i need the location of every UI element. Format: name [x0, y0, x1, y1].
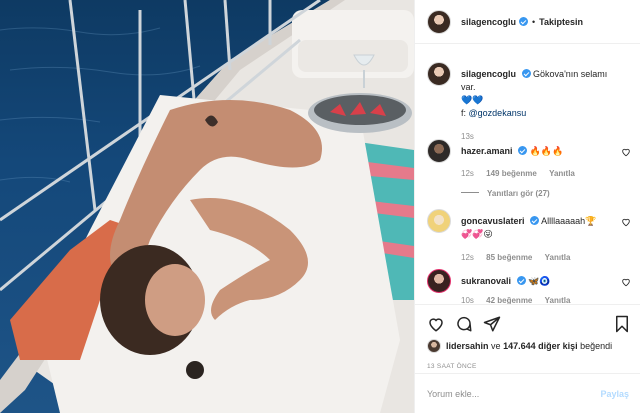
post-photo[interactable] — [0, 0, 414, 413]
post-comment-button[interactable]: Paylaş — [600, 389, 629, 399]
verified-badge-icon — [519, 17, 529, 26]
action-icons — [427, 315, 631, 335]
comment-input[interactable]: Yorum ekle... — [427, 389, 479, 399]
comment-reply-button[interactable]: Yanıtla — [545, 253, 571, 262]
credit-mention-link[interactable]: @gozdekansu — [469, 108, 527, 118]
caption-text-block: silagencoglu Gökova'nın selamı var. 💙💙 f… — [461, 68, 621, 120]
credit-prefix: f: — [461, 108, 467, 118]
post-side-panel: silagencoglu • Takiptesin silagencoglu G… — [414, 0, 640, 413]
comment-text-block: goncavuslateri Allllaaaaah🏆 💞💞😜 — [461, 215, 621, 241]
caption-username[interactable]: silagencoglu — [461, 69, 516, 79]
comment-icon[interactable] — [455, 315, 473, 333]
comment-like-heart-icon[interactable] — [621, 277, 631, 287]
comment-text-block: sukranovali 🦋🧿 — [461, 275, 621, 288]
comment-text: 🦋🧿 — [528, 276, 551, 286]
comment-meta: 10s 42 beğenme Yanıtla — [461, 296, 580, 304]
verified-badge-icon — [521, 69, 531, 78]
share-icon[interactable] — [483, 315, 501, 333]
comment-like-heart-icon[interactable] — [621, 217, 631, 227]
follow-state-button[interactable]: Takiptesin — [539, 17, 583, 27]
comment-like-heart-icon[interactable] — [621, 147, 631, 157]
comment-time[interactable]: 12s — [461, 253, 474, 262]
liked-suffix: beğendi — [580, 341, 613, 351]
author-avatar[interactable] — [427, 9, 451, 34]
comment-avatar[interactable] — [427, 269, 451, 293]
post-timestamp[interactable]: 13 SAAT ÖNCE — [427, 363, 477, 370]
author-username[interactable]: silagencoglu — [461, 17, 516, 27]
likes-summary: lidersahin ve 147.644 diğer kişi beğendi — [427, 339, 612, 353]
comment-likes[interactable]: 85 beğenme — [486, 253, 532, 262]
comment-text-block: hazer.amani 🔥🔥🔥 — [461, 145, 621, 158]
comment-username[interactable]: goncavuslateri — [461, 216, 525, 226]
caption-meta: 13s — [461, 132, 484, 141]
photo-illustration — [0, 0, 414, 413]
caption-avatar[interactable] — [427, 62, 451, 86]
post-header: silagencoglu • Takiptesin — [415, 0, 640, 44]
comment-text: Allllaaaaah🏆 — [541, 216, 597, 226]
comment-time[interactable]: 10s — [461, 296, 474, 304]
liked-conjunction: ve — [491, 341, 501, 351]
liked-count[interactable]: 147.644 diğer kişi — [503, 341, 578, 351]
comment-time[interactable]: 12s — [461, 169, 474, 178]
bookmark-icon[interactable] — [613, 315, 631, 333]
comment-meta: 12s 149 beğenme Yanıtla — [461, 169, 585, 178]
liked-by-user[interactable]: lidersahin — [446, 341, 489, 351]
add-comment-bar: Yorum ekle... Paylaş — [415, 373, 640, 413]
view-replies-button[interactable]: Yanıtları gör (27) — [461, 189, 550, 198]
comment-username[interactable]: hazer.amani — [461, 146, 513, 156]
liker-avatar[interactable] — [427, 339, 441, 353]
caption-time[interactable]: 13s — [461, 132, 474, 141]
comment-reply-button[interactable]: Yanıtla — [545, 296, 571, 304]
caption-emoji: 💙💙 — [461, 95, 484, 105]
comment-meta: 12s 85 beğenme Yanıtla — [461, 253, 580, 262]
comment-likes[interactable]: 149 beğenme — [486, 169, 537, 178]
comment-text: 🔥🔥🔥 — [529, 146, 564, 156]
header-separator: • — [532, 16, 536, 27]
comment-reply-button[interactable]: Yanıtla — [549, 169, 575, 178]
verified-badge-icon — [518, 146, 528, 155]
comments-list[interactable]: silagencoglu Gökova'nın selamı var. 💙💙 f… — [415, 44, 640, 304]
heart-icon[interactable] — [427, 315, 445, 333]
comment-text-line2: 💞💞😜 — [461, 229, 493, 239]
comment-username[interactable]: sukranovali — [461, 276, 511, 286]
comment-avatar[interactable] — [427, 139, 451, 163]
verified-badge-icon — [516, 276, 526, 285]
comment-avatar[interactable] — [427, 209, 451, 233]
verified-badge-icon — [530, 216, 540, 225]
comment-likes[interactable]: 42 beğenme — [486, 296, 532, 304]
